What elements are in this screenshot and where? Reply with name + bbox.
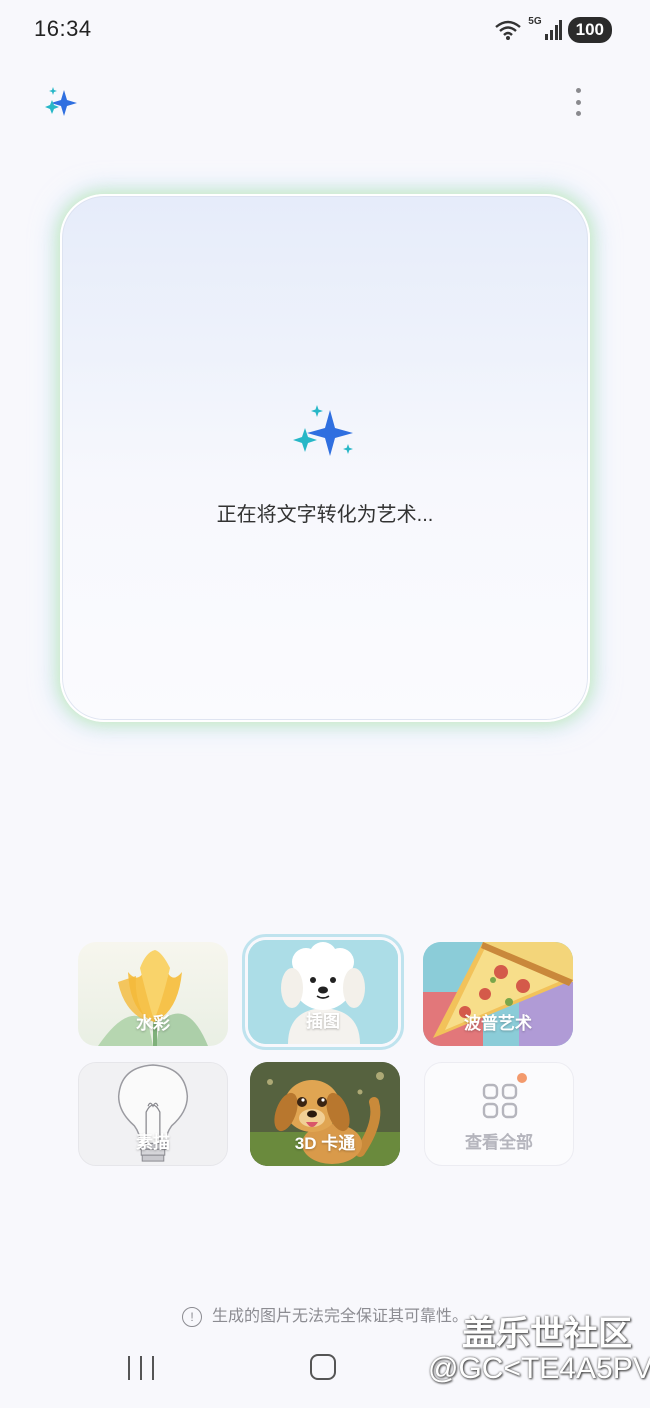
style-label: 素描: [136, 1133, 170, 1152]
bar: [152, 1356, 154, 1380]
view-all-styles-button[interactable]: 查看全部: [424, 1062, 574, 1166]
style-illustration[interactable]: 插图: [242, 934, 404, 1050]
bar: [140, 1356, 142, 1380]
info-icon: !: [181, 1306, 202, 1327]
new-badge-dot: [517, 1073, 527, 1083]
style-label: 插图: [306, 1012, 340, 1031]
bar: [128, 1356, 130, 1380]
style-label: 查看全部: [465, 1133, 533, 1152]
dot: [575, 111, 581, 116]
wifi-icon: [495, 20, 522, 40]
recent-apps-button[interactable]: [128, 1356, 154, 1380]
style-watercolor[interactable]: 水彩: [78, 942, 228, 1046]
style-3d-cartoon[interactable]: 3D 卡通: [250, 1062, 400, 1166]
status-icons: 5G 100: [494, 16, 612, 44]
network-type: 5G: [528, 16, 542, 27]
loading-text: 正在将文字转化为艺术...: [216, 504, 434, 526]
style-label: 波普艺术: [464, 1014, 532, 1033]
system-nav-bar: [0, 1340, 650, 1400]
grid-icon: [482, 1083, 518, 1119]
signal-icon: [544, 20, 562, 40]
generation-canvas: 正在将文字转化为艺术...: [60, 194, 590, 722]
sparkle-icon: [293, 405, 353, 456]
sparkle-icon[interactable]: [44, 86, 78, 120]
status-bar: 16:34 5G 100: [0, 0, 650, 60]
more-options-button[interactable]: [566, 84, 590, 120]
dot: [575, 88, 581, 93]
battery-indicator: 100: [567, 17, 612, 43]
disclaimer-text: 生成的图片无法完全保证其可靠性。: [211, 1308, 468, 1325]
status-time: 16:34: [34, 16, 92, 41]
style-pop-art[interactable]: 波普艺术: [423, 942, 573, 1046]
style-sketch[interactable]: 素描: [78, 1062, 228, 1166]
style-label: 水彩: [136, 1014, 170, 1033]
home-button[interactable]: [310, 1354, 336, 1380]
style-label: 3D 卡通: [294, 1134, 356, 1153]
dot: [575, 99, 581, 105]
